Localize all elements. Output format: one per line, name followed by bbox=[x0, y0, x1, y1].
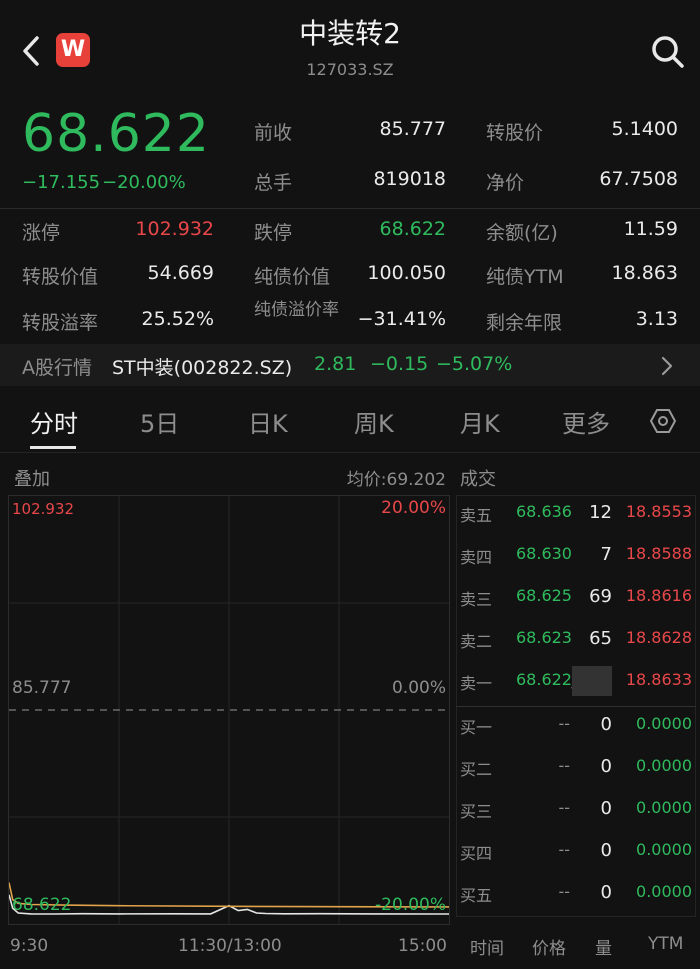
stat-label: 剩余年限 bbox=[486, 312, 563, 334]
stat-value: 100.050 bbox=[367, 262, 446, 284]
avg-price-label: 均价:69.202 bbox=[346, 470, 446, 490]
stat-label: 跌停 bbox=[254, 222, 293, 244]
highlight-volume-bg bbox=[572, 666, 612, 696]
stat-value: 3.13 bbox=[635, 308, 678, 330]
limit-up-pct: 20.00% bbox=[381, 498, 446, 518]
active-tab-indicator bbox=[30, 446, 76, 449]
stat-label: 转股价值 bbox=[22, 266, 99, 288]
ob-level-volume: 0 bbox=[600, 798, 612, 819]
stat-value: 102.932 bbox=[135, 218, 214, 240]
ob-level-label: 卖四 bbox=[460, 548, 493, 567]
ob-level-ytm: 18.8588 bbox=[625, 544, 692, 563]
ob-level-volume: 0 bbox=[600, 882, 612, 903]
ob-level-label: 买三 bbox=[460, 802, 493, 821]
divider bbox=[0, 208, 700, 209]
chevron-right-icon bbox=[660, 356, 674, 380]
tab-monthly-k[interactable]: 月K bbox=[460, 404, 500, 439]
ob-level-label: 卖一 bbox=[460, 674, 493, 693]
ob-level-ytm: 18.8616 bbox=[625, 586, 692, 605]
price-change: −17.155 bbox=[22, 172, 101, 193]
intraday-chart[interactable] bbox=[8, 495, 450, 925]
last-price: 68.622 bbox=[22, 104, 210, 164]
stat-label: 纯债溢价率 bbox=[254, 300, 339, 320]
stat-value: 85.777 bbox=[379, 118, 446, 140]
ob-level-volume: 0 bbox=[600, 756, 612, 777]
col-time[interactable]: 时间 bbox=[470, 934, 504, 959]
time-mid: 11:30/13:00 bbox=[178, 936, 282, 956]
ob-level-label: 买五 bbox=[460, 886, 493, 905]
ob-level-ytm: 0.0000 bbox=[636, 840, 692, 859]
col-ytm[interactable]: YTM bbox=[648, 934, 683, 954]
gear-icon bbox=[649, 409, 677, 433]
limit-down-pct: -20.00% bbox=[375, 895, 446, 915]
limit-down-price: 68.622 bbox=[12, 895, 72, 915]
stat-value: 25.52% bbox=[141, 308, 214, 330]
stat-value: 54.669 bbox=[147, 262, 214, 284]
a-stock-change: −0.15 bbox=[370, 353, 429, 375]
ob-level-label: 买四 bbox=[460, 844, 493, 863]
a-stock-price: 2.81 bbox=[314, 353, 357, 375]
tab-intraday[interactable]: 分时 bbox=[30, 404, 78, 439]
tab-5day[interactable]: 5日 bbox=[140, 404, 179, 439]
ob-level-label: 卖二 bbox=[460, 632, 493, 651]
stat-label: 涨停 bbox=[22, 222, 61, 244]
ob-level-volume: 0 bbox=[600, 840, 612, 861]
bond-code: 127033.SZ bbox=[306, 60, 394, 79]
page-title: 中装转2 bbox=[299, 17, 401, 50]
ob-level-label: 买一 bbox=[460, 718, 493, 737]
stat-label: 总手 bbox=[254, 172, 293, 194]
stat-value: 11.59 bbox=[623, 218, 678, 240]
ob-level-volume: 69 bbox=[589, 586, 612, 607]
ob-level-ytm: 18.8633 bbox=[625, 670, 692, 689]
ob-level-ytm: 18.8628 bbox=[625, 628, 692, 647]
ob-level-volume: 12 bbox=[589, 502, 612, 523]
stat-value: 819018 bbox=[373, 168, 446, 190]
time-start: 9:30 bbox=[10, 936, 49, 956]
stat-value: 68.622 bbox=[379, 218, 446, 240]
settings-button[interactable] bbox=[649, 408, 677, 438]
intraday-chart-svg bbox=[9, 496, 449, 924]
ob-level-ytm: 0.0000 bbox=[636, 756, 692, 775]
divider bbox=[0, 452, 700, 453]
col-price[interactable]: 价格 bbox=[532, 934, 566, 959]
stat-label: 前收 bbox=[254, 122, 293, 144]
ob-level-volume: 7 bbox=[600, 544, 612, 565]
stat-value: 67.7508 bbox=[599, 168, 678, 190]
stat-label: 余额(亿) bbox=[486, 222, 558, 244]
ob-level-label: 卖五 bbox=[460, 506, 493, 525]
ob-level-volume: 65 bbox=[589, 628, 612, 649]
search-button[interactable] bbox=[650, 34, 686, 70]
stat-label: 转股价 bbox=[486, 122, 544, 144]
time-end: 15:00 bbox=[398, 936, 447, 956]
stat-value: 18.863 bbox=[611, 262, 678, 284]
ob-level-volume: 0 bbox=[600, 714, 612, 735]
stat-label: 纯债价值 bbox=[254, 266, 331, 288]
tab-daily-k[interactable]: 日K bbox=[248, 404, 288, 439]
a-stock-name: ST中装(002822.SZ) bbox=[112, 357, 293, 379]
a-stock-change-pct: −5.07% bbox=[436, 353, 513, 375]
stat-value: −31.41% bbox=[357, 308, 446, 330]
stat-label: 纯债YTM bbox=[486, 266, 564, 288]
prev-close-pct: 0.00% bbox=[391, 678, 446, 698]
ob-level-ytm: 0.0000 bbox=[636, 798, 692, 817]
price-change-pct: −20.00% bbox=[102, 172, 186, 193]
order-book-divider bbox=[456, 706, 696, 707]
ob-level-label: 买二 bbox=[460, 760, 493, 779]
tab-weekly-k[interactable]: 周K bbox=[354, 404, 394, 439]
ob-level-ytm: 18.8553 bbox=[625, 502, 692, 521]
stat-label: 净价 bbox=[486, 172, 525, 194]
search-icon bbox=[652, 36, 684, 68]
col-volume[interactable]: 量 bbox=[595, 934, 612, 959]
a-stock-label: A股行情 bbox=[22, 357, 92, 379]
ob-level-ytm: 0.0000 bbox=[636, 714, 692, 733]
tab-more[interactable]: 更多 bbox=[562, 404, 610, 439]
stat-label: 转股溢率 bbox=[22, 312, 99, 334]
ob-level-ytm: 0.0000 bbox=[636, 882, 692, 901]
prev-close-price: 85.777 bbox=[12, 678, 72, 698]
stat-value: 5.1400 bbox=[611, 118, 678, 140]
ob-level-label: 卖三 bbox=[460, 590, 493, 609]
limit-up-price: 102.932 bbox=[12, 500, 75, 518]
trades-title: 成交 bbox=[460, 469, 496, 490]
overlay-button[interactable]: 叠加 bbox=[14, 465, 50, 491]
